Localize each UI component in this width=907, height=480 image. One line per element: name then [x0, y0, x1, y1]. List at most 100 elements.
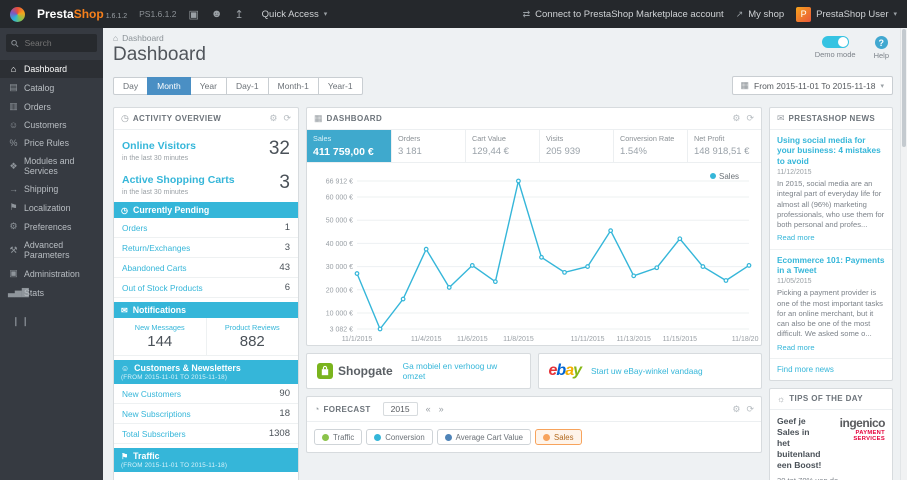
news-excerpt: In 2015, social media are an integral pa…	[777, 179, 885, 243]
ebay-promo[interactable]: ebay Start uw eBay-winkel vandaag	[537, 353, 762, 389]
date-range-picker[interactable]: ▦ From 2015-11-01 To 2015-11-18 ▾	[731, 76, 893, 95]
breadcrumb-label: Dashboard	[122, 33, 164, 43]
activity-live-row: Active Shopping Carts in the last 30 minu…	[114, 164, 298, 198]
news-title-link[interactable]: Using social media for your business: 4 …	[777, 135, 885, 166]
activity-stat-row-orders[interactable]: Orders 1	[114, 218, 298, 238]
forecast-toggle-conversion[interactable]: Conversion	[366, 429, 433, 445]
range-button-month-1[interactable]: Month-1	[267, 76, 319, 95]
activity-stat-row-abandoned-carts[interactable]: Abandoned Carts 43	[114, 258, 298, 278]
activity-stat-cell-new-messages[interactable]: New Messages 144	[114, 318, 207, 355]
news-item: Ecommerce 101: Payments in a Tweet 11/05/…	[770, 250, 892, 359]
news-title-link[interactable]: Ecommerce 101: Payments in a Tweet	[777, 255, 885, 276]
sidebar-item-modules-and-services[interactable]: ❖ Modules and Services	[0, 152, 103, 180]
module-promos: Shopgate Ga mobiel en verhoog uw omzet e…	[306, 353, 762, 389]
refresh-icon[interactable]: ⟳	[746, 113, 754, 124]
kpi-tab-visits[interactable]: Visits 205 939	[540, 130, 614, 162]
sidebar-item-catalog[interactable]: ▤ Catalog	[0, 78, 103, 97]
range-button-year[interactable]: Year	[189, 76, 227, 95]
activity-section-header-notifications: ✉ Notifications	[114, 302, 298, 318]
sidebar-item-price-rules[interactable]: % Price Rules	[0, 134, 103, 152]
news-date: 11/05/2015	[777, 278, 812, 286]
sidebar-item-administration[interactable]: ▣ Administration	[0, 264, 103, 283]
page-scrollbar[interactable]	[900, 28, 907, 480]
quick-access-button[interactable]: Quick Access ▾	[256, 8, 334, 21]
range-button-day-1[interactable]: Day-1	[225, 76, 269, 95]
range-button-month[interactable]: Month	[147, 76, 191, 95]
my-shop-link[interactable]: ↗ My shop	[736, 9, 784, 20]
sidebar-item-advanced-parameters[interactable]: ⚒ Advanced Parameters	[0, 236, 103, 264]
chevron-down-icon: ▾	[880, 82, 884, 90]
refresh-icon[interactable]: ⟳	[283, 113, 291, 124]
activity-section-subtitle: (FROM 2015-11-01 TO 2015-11-18)	[121, 462, 228, 469]
sidebar-item-stats[interactable]: ▃▅▇ Stats	[0, 283, 103, 302]
modules-icon: ❖	[9, 160, 18, 171]
shopgate-link[interactable]: Ga mobiel en verhoog uw omzet	[403, 361, 520, 381]
gear-icon[interactable]: ⚙	[269, 113, 277, 124]
svg-text:11/18/2015: 11/18/2015	[732, 336, 759, 343]
find-more-news-link[interactable]: Find more news	[770, 359, 892, 380]
marketplace-connect-link[interactable]: ⇄ Connect to PrestaShop Marketplace acco…	[523, 9, 724, 20]
shipping-icon: →	[9, 184, 18, 194]
toggle-switch-icon[interactable]	[821, 36, 849, 48]
range-button-day[interactable]: Day	[113, 76, 149, 95]
activity-stat-row-out-of-stock-products[interactable]: Out of Stock Products 6	[114, 278, 298, 298]
forecast-toggle-average-cart-value[interactable]: Average Cart Value	[436, 429, 531, 445]
next-year-button[interactable]: »	[439, 404, 444, 414]
prestashop-logo-icon[interactable]	[10, 6, 25, 22]
read-more-link[interactable]: Read more	[777, 233, 885, 243]
activity-stat-row-new-subscriptions[interactable]: New Subscriptions 18	[114, 404, 298, 424]
tips-body: 30 tot 70% van de consumenten in Europa …	[770, 476, 892, 480]
employee-icon[interactable]: ☻	[211, 8, 223, 20]
cart-icon[interactable]: ▣	[188, 8, 198, 21]
sidebar-item-label: Preferences	[24, 221, 72, 232]
brand-name[interactable]: Presta Shop 1.6.1.2	[37, 7, 127, 21]
dashboard-panel-title: DASHBOARD	[326, 114, 383, 123]
svg-text:3 082 €: 3 082 €	[330, 327, 353, 334]
activity-live: Online Visitors in the last 30 minutes 32 A…	[114, 130, 298, 198]
kpi-tab-orders[interactable]: Orders 3 181	[392, 130, 466, 162]
kpi-tab-conversion-rate[interactable]: Conversion Rate 1.54%	[614, 130, 688, 162]
range-button-year-1[interactable]: Year-1	[317, 76, 363, 95]
previous-year-button[interactable]: «	[426, 404, 431, 414]
shopgate-promo[interactable]: Shopgate Ga mobiel en verhoog uw omzet	[306, 353, 531, 389]
lightbulb-icon: ☼	[777, 393, 786, 404]
chevron-down-icon: ▾	[893, 11, 897, 18]
forecast-year-select[interactable]: 2015	[382, 402, 418, 416]
activity-stat-row-new-customers[interactable]: New Customers 90	[114, 384, 298, 404]
sidebar-item-dashboard[interactable]: ⌂ Dashboard	[0, 60, 103, 78]
sidebar-item-orders[interactable]: ▥ Orders	[0, 97, 103, 116]
scrollbar-thumb[interactable]	[902, 29, 906, 147]
news-date: 11/12/2015	[777, 169, 812, 177]
sidebar-item-customers[interactable]: ☺ Customers	[0, 116, 103, 134]
activity-live-link-active-shopping-carts[interactable]: Active Shopping Carts	[122, 174, 235, 186]
search-input[interactable]	[22, 37, 92, 49]
date-range-buttons: Day Month Year Day-1 Month-1 Year-1	[113, 76, 363, 95]
read-more-link[interactable]: Read more	[777, 343, 885, 353]
gear-icon[interactable]: ⚙	[732, 404, 740, 415]
legend-dot-icon	[444, 433, 452, 441]
activity-stat-row-total-subscribers[interactable]: Total Subscribers 1308	[114, 424, 298, 444]
ebay-link[interactable]: Start uw eBay-winkel vandaag	[591, 366, 703, 376]
sidebar-collapse-button[interactable]: ❙❙	[0, 302, 103, 327]
activity-stat-row-return-exchanges[interactable]: Return/Exchanges 3	[114, 238, 298, 258]
user-menu[interactable]: P PrestaShop User ▾	[796, 6, 897, 22]
refresh-icon[interactable]: ⟳	[746, 404, 754, 415]
kpi-tab-cart-value[interactable]: Cart Value 129,44 €	[466, 130, 540, 162]
help-button[interactable]: ? Help	[874, 36, 889, 60]
forecast-toggle-sales[interactable]: Sales	[535, 429, 582, 445]
activity-live-link-online-visitors[interactable]: Online Visitors	[122, 140, 196, 152]
activity-stat-cell-product-reviews[interactable]: Product Reviews 882	[207, 318, 299, 355]
gear-icon[interactable]: ⚙	[732, 113, 740, 124]
demo-mode-toggle[interactable]: Demo mode	[815, 36, 856, 60]
tips-panel-header: ☼ TIPS OF THE DAY	[770, 389, 892, 410]
marketplace-connect-label: Connect to PrestaShop Marketplace accoun…	[535, 8, 724, 20]
sidebar-item-preferences[interactable]: ⚙ Preferences	[0, 217, 103, 236]
upload-icon[interactable]: ↥	[234, 8, 243, 21]
kpi-tab-sales[interactable]: Sales 411 759,00 €	[307, 130, 392, 162]
sidebar-item-label: Stats	[24, 287, 45, 298]
forecast-panel-header: ◔ FORECAST 2015 « » ⚙ ⟳	[307, 397, 761, 422]
sidebar-item-shipping[interactable]: → Shipping	[0, 180, 103, 198]
forecast-toggle-traffic[interactable]: Traffic	[314, 429, 363, 445]
kpi-tab-net-profit[interactable]: Net Profit 148 918,51 €	[688, 130, 761, 162]
sidebar-item-localization[interactable]: ⚑ Localization	[0, 198, 103, 217]
